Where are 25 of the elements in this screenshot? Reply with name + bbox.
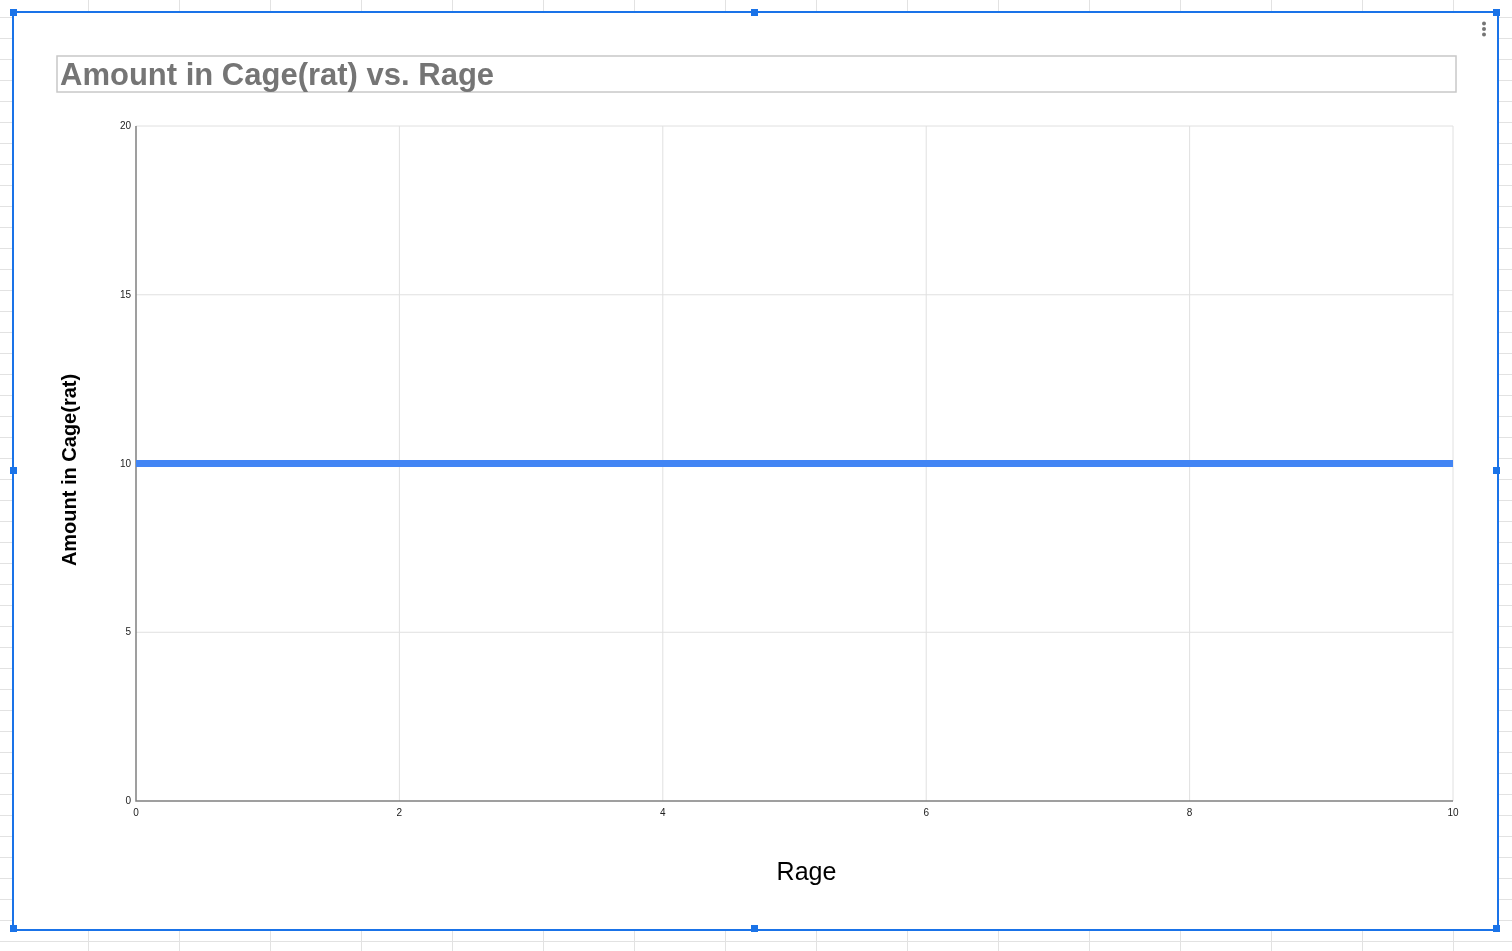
resize-handle[interactable] [751, 8, 758, 16]
resize-handle[interactable] [1492, 8, 1500, 16]
resize-handle[interactable] [1492, 466, 1500, 474]
chart-title: Amount in Cage(rat) vs. Rage [60, 57, 495, 92]
resize-handle[interactable] [1492, 924, 1500, 932]
y-axis-title: Amount in Cage(rat) [58, 373, 80, 567]
y-tick-label: 0 [125, 795, 131, 806]
resize-handle[interactable] [9, 924, 17, 932]
x-tick-label: 0 [133, 807, 139, 818]
y-tick-label: 15 [119, 288, 131, 300]
x-tick-label: 2 [396, 807, 403, 818]
chart-frame[interactable]: Amount in Cage(rat) vs. Rage 0 5 10 15 20 0 2 4 6 8 10 Rage Amount in Cage(rat) [12, 11, 1499, 931]
y-tick-label: 20 [119, 120, 131, 131]
x-tick-label: 4 [660, 807, 666, 818]
y-tick-label: 5 [125, 626, 131, 638]
resize-handle[interactable] [751, 924, 758, 932]
title-box[interactable] [56, 55, 1457, 93]
y-tick-label: 10 [119, 457, 131, 469]
x-tick-label: 8 [1186, 807, 1193, 818]
x-tick-label: 10 [1447, 807, 1459, 818]
resize-handle[interactable] [9, 466, 17, 474]
resize-handle[interactable] [9, 8, 17, 16]
x-axis-title: Rage [776, 857, 837, 885]
x-tick-label: 6 [923, 807, 929, 818]
more-options-icon[interactable] [1481, 21, 1487, 37]
